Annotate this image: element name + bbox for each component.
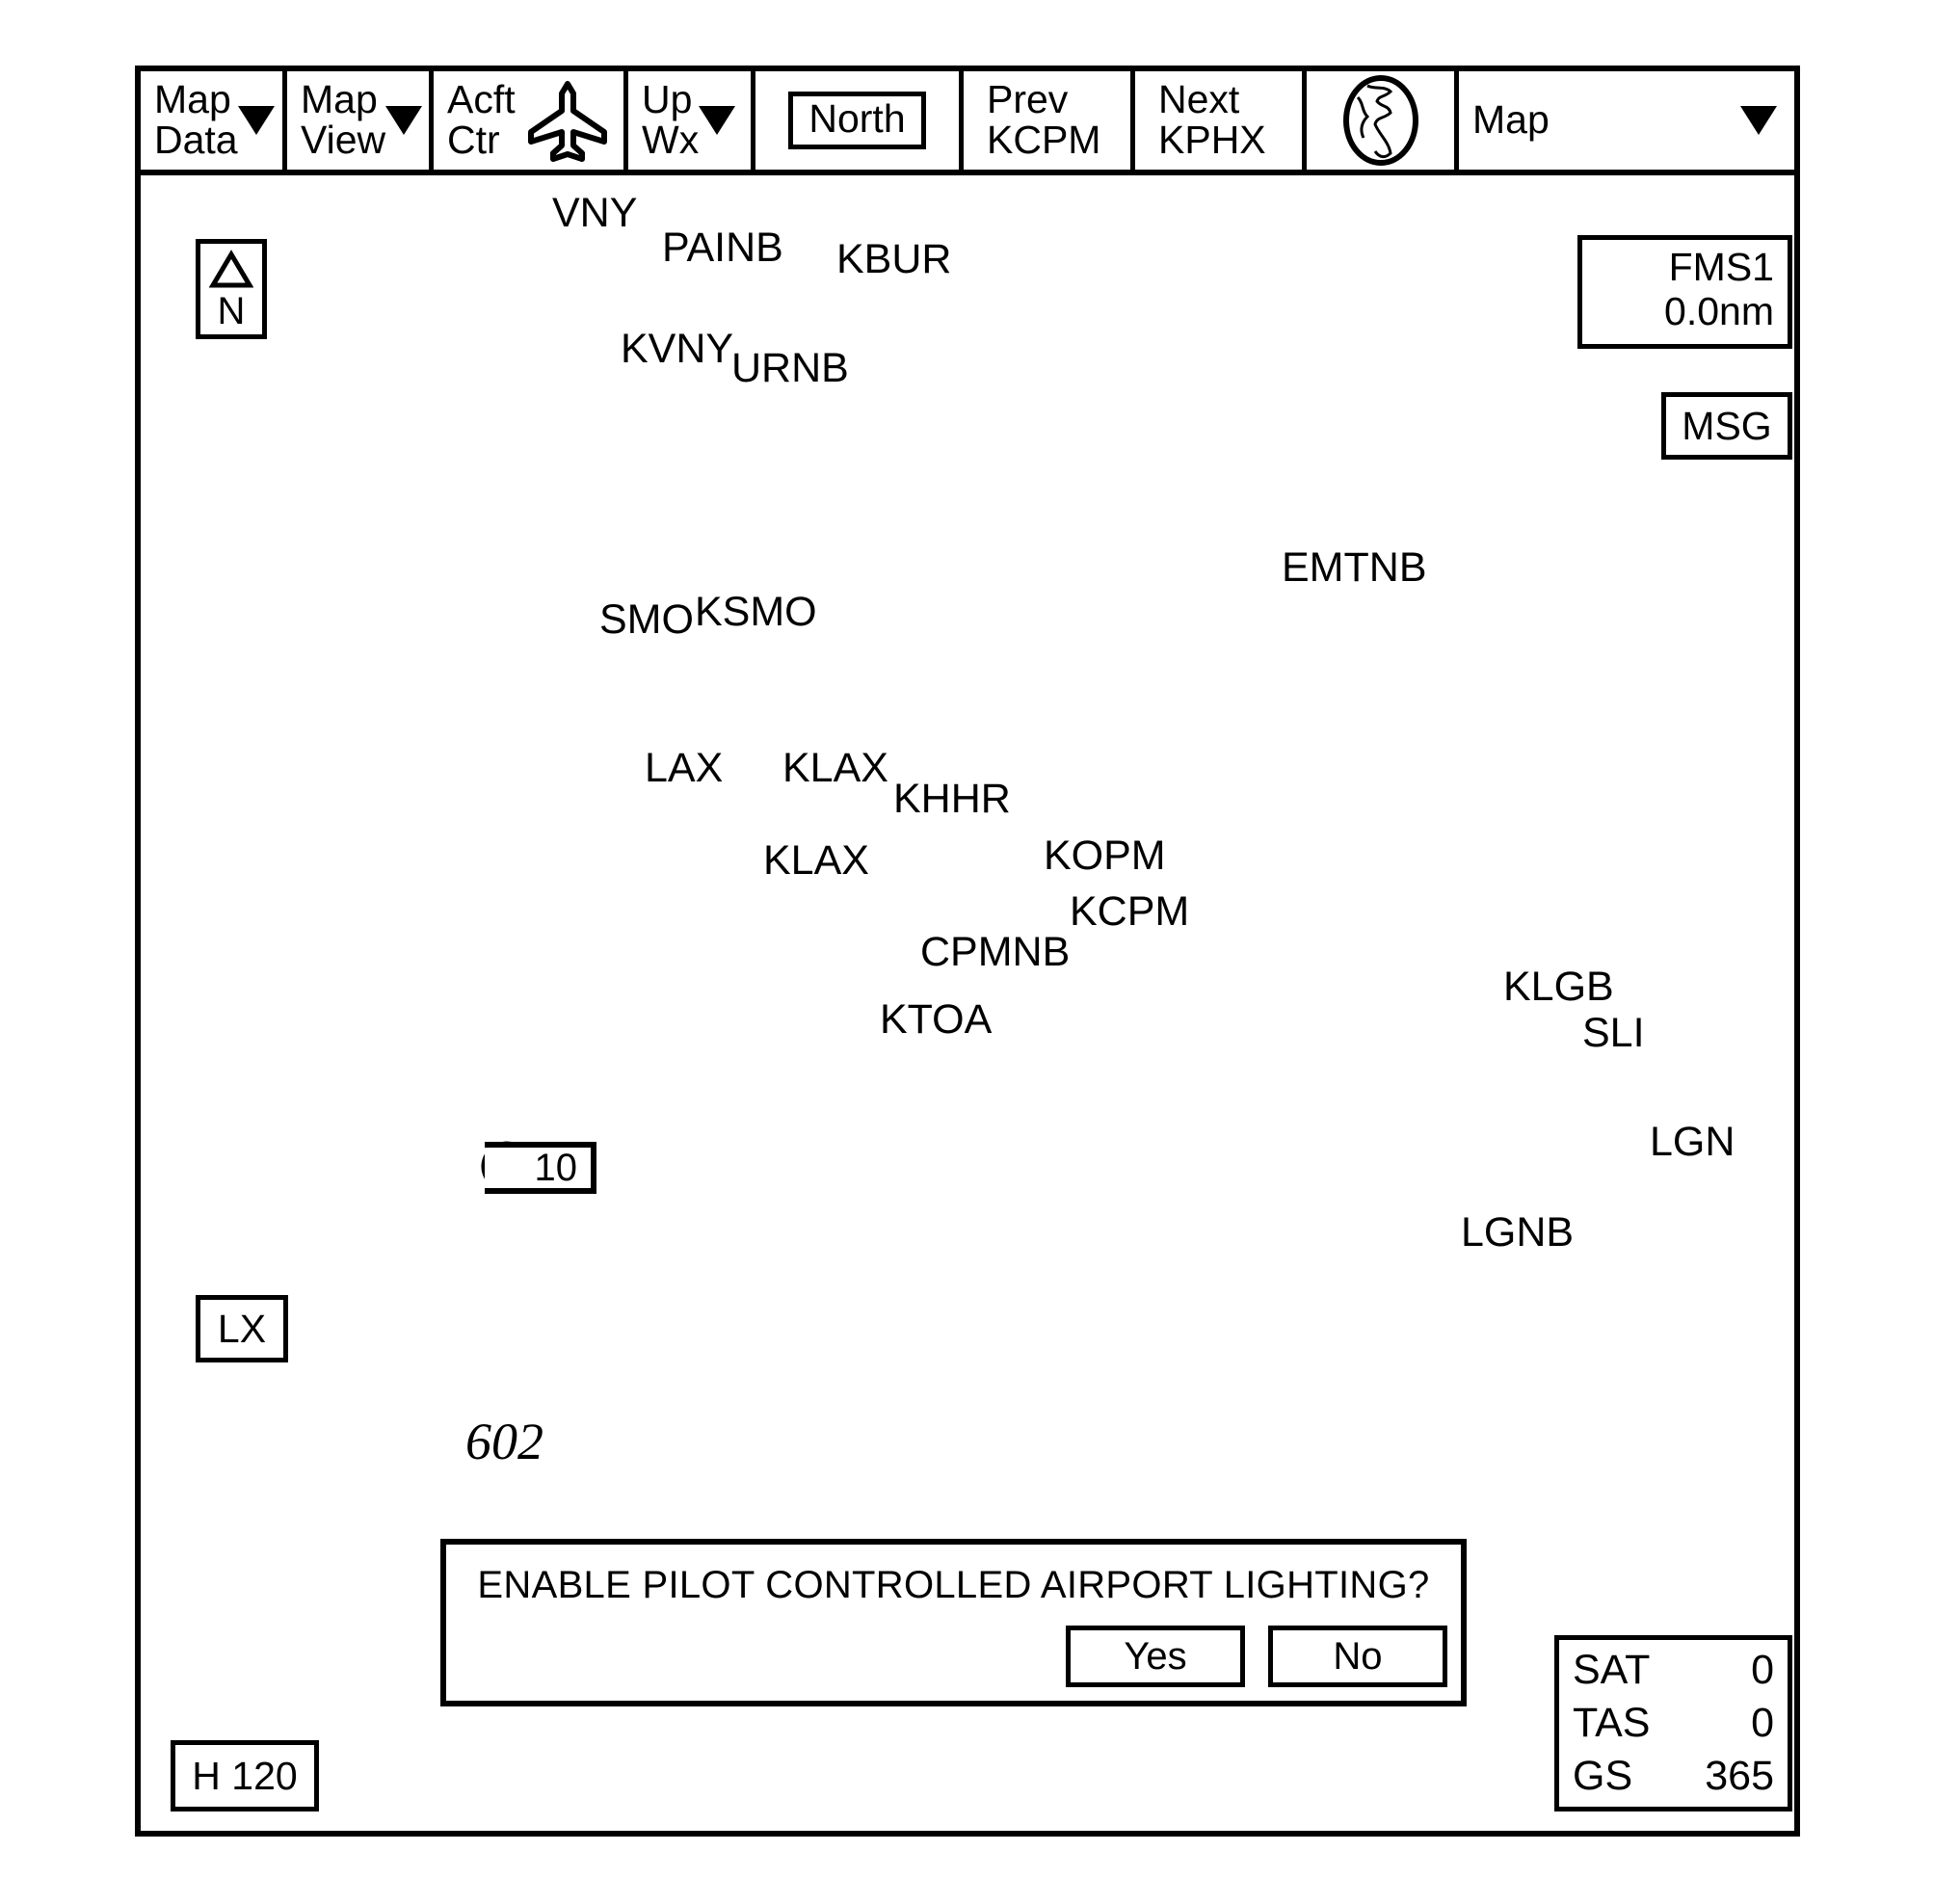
fms-source-box[interactable]: FMS1 0.0nm [1577,235,1792,349]
tas-label: TAS [1573,1700,1651,1747]
chevron-down-icon[interactable] [699,106,736,135]
map-label-kopm: KOPM [1044,833,1166,879]
fms-source-label: FMS1 [1668,245,1774,289]
air-data-row-tas: TAS 0 [1573,1697,1774,1750]
menu-button-map-menu-label: Map [1472,97,1550,143]
north-up-indicator[interactable]: N [196,239,267,339]
map-label-klax-bottom: KLAX [763,837,869,884]
map-label-kcpm: KCPM [1070,888,1190,935]
menu-button-up-wx[interactable]: Up Wx [628,71,755,170]
figure-reference-number: 602 [465,1413,543,1470]
map-label-urnb: URNB [731,345,849,391]
menu-button-acft-ctr-label: Acft Ctr [447,77,516,162]
dialog-button-row: Yes No [1066,1626,1447,1687]
menu-button-next-waypoint-label: Next KPHX [1158,77,1266,162]
tas-value: 0 [1751,1700,1774,1747]
menu-button-acft-ctr[interactable]: Acft Ctr [434,71,628,170]
range-readout[interactable]: 10 [485,1142,596,1194]
chevron-down-icon[interactable] [237,106,275,135]
map-label-lgn: LGN [1650,1119,1735,1165]
map-label-cpmnb: CPMNB [920,929,1071,975]
range-value: 10 [534,1146,578,1189]
fms-distance-value: 0.0nm [1664,288,1774,333]
menu-button-north-select[interactable]: North [755,71,964,170]
menu-button-map-data-label: Map Data [154,77,238,162]
globe-icon [1342,75,1418,166]
confirmation-dialog: ENABLE PILOT CONTROLLED AIRPORT LIGHTING… [440,1539,1467,1706]
map-label-khhr: KHHR [893,776,1011,822]
map-label-painb: PAINB [662,225,783,271]
map-label-ktoa: KTOA [880,996,993,1043]
heading-bug-label: H 120 [192,1753,298,1798]
chevron-down-icon[interactable] [385,106,423,135]
menu-button-up-wx-label: Up Wx [642,77,700,162]
menu-button-prev-waypoint[interactable]: Prev KCPM [964,71,1135,170]
dialog-no-button[interactable]: No [1268,1626,1447,1687]
air-data-row-sat: SAT 0 [1573,1644,1774,1697]
menu-button-globe[interactable] [1307,71,1459,170]
menu-button-next-waypoint[interactable]: Next KPHX [1135,71,1307,170]
map-label-smo: SMO [599,596,694,643]
air-data-panel: SAT 0 TAS 0 GS 365 [1554,1635,1792,1811]
heading-bug-indicator[interactable]: H 120 [171,1740,319,1811]
gs-label: GS [1573,1753,1633,1800]
sat-value: 0 [1751,1647,1774,1693]
map-label-sli: SLI [1582,1010,1645,1056]
map-label-ksmo: KSMO [695,589,817,635]
map-label-klax-top: KLAX [782,745,888,791]
dialog-message: ENABLE PILOT CONTROLLED AIRPORT LIGHTING… [477,1564,1430,1606]
lx-indicator[interactable]: LX [196,1295,288,1362]
menu-button-map-view-label: Map View [301,77,386,162]
menu-button-map-menu[interactable]: Map [1459,71,1794,170]
map-label-lgnb: LGNB [1461,1209,1575,1256]
dialog-yes-button[interactable]: Yes [1066,1626,1245,1687]
map-label-kbur: KBUR [836,236,952,282]
menu-button-map-view[interactable]: Map View [287,71,434,170]
gs-value: 365 [1705,1753,1774,1800]
aircraft-icon [528,81,607,162]
chevron-down-icon[interactable] [1740,106,1777,135]
air-data-row-gs: GS 365 [1573,1750,1774,1803]
map-label-kvny: KVNY [621,326,734,372]
map-label-klgb: KLGB [1503,964,1614,1010]
north-arrow-icon [209,250,253,288]
msg-label: MSG [1682,403,1772,448]
top-menu-bar: Map Data Map View Acft Ctr Up Wx North P… [141,71,1794,175]
lx-label: LX [217,1306,267,1351]
north-indicator-label: N [217,290,246,332]
menu-button-prev-waypoint-label: Prev KCPM [987,77,1101,162]
sat-label: SAT [1573,1647,1651,1693]
nav-display-figure: Map Data Map View Acft Ctr Up Wx North P… [0,0,1934,1904]
map-label-emtnb: EMTNB [1282,544,1427,591]
map-label-vny: VNY [552,190,638,236]
north-select-value: North [788,92,926,149]
map-label-lax: LAX [645,745,724,791]
menu-button-map-data[interactable]: Map Data [141,71,287,170]
msg-annunciator[interactable]: MSG [1661,392,1792,460]
